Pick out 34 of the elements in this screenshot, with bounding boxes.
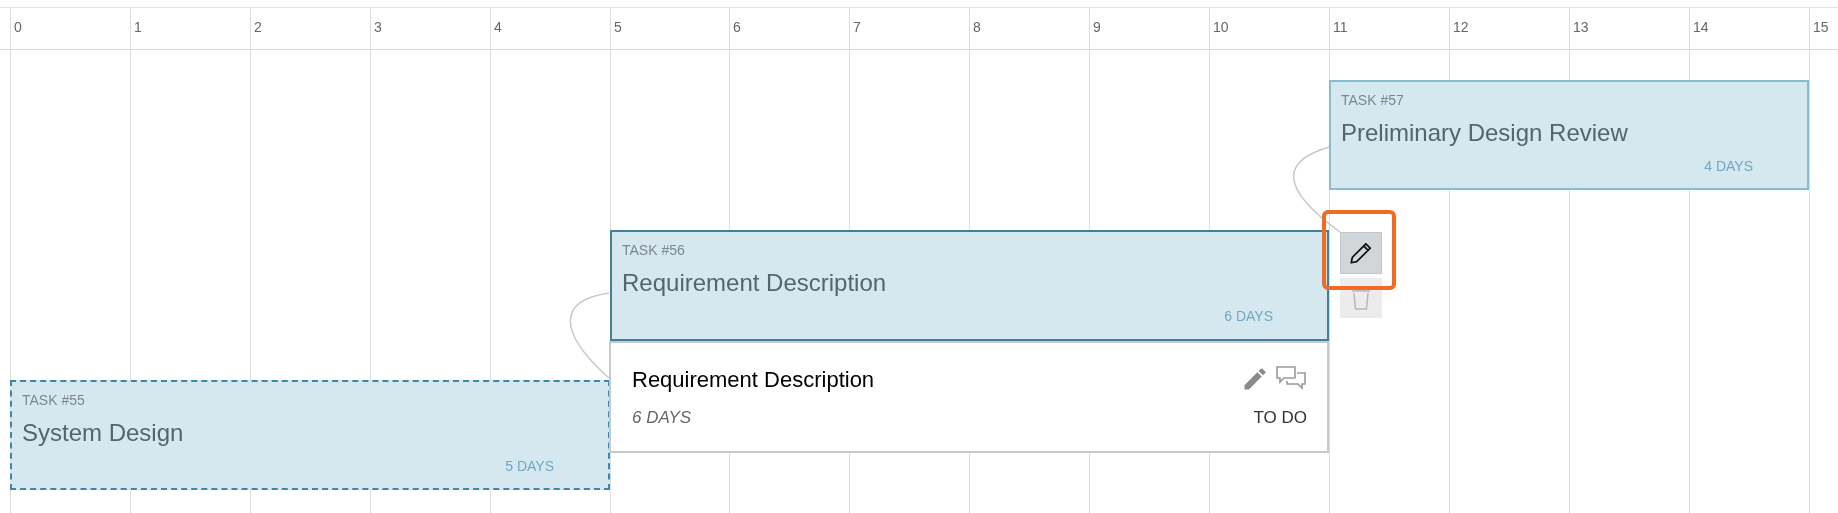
timeline-tick-label: 5 (614, 18, 622, 36)
timeline-tick-label: 10 (1213, 18, 1229, 36)
timeline-tick-label: 9 (1093, 18, 1101, 36)
timeline-tick-label: 7 (853, 18, 861, 36)
task-id-label: TASK #55 (22, 392, 85, 408)
timeline-tick-label: 14 (1693, 18, 1709, 36)
timeline-tick-label: 8 (973, 18, 981, 36)
timeline-tick-label: 15 (1813, 18, 1829, 36)
timeline-tick-label: 11 (1333, 18, 1348, 36)
timeline-tick-label: 1 (134, 18, 142, 36)
pencil-icon (1348, 240, 1374, 266)
timeline-tick-label: 6 (733, 18, 741, 36)
task-title: Preliminary Design Review (1341, 118, 1628, 148)
task-duration: 5 DAYS (505, 458, 554, 474)
task-id-label: TASK #56 (622, 242, 685, 258)
timeline-tick-label: 13 (1573, 18, 1589, 36)
task-title: System Design (22, 418, 184, 448)
task-bar[interactable]: TASK #57 Preliminary Design Review 4 DAYS (1329, 80, 1809, 190)
popup-status: TO DO (1253, 407, 1307, 429)
timeline-tick-label: 4 (494, 18, 502, 36)
task-duration: 4 DAYS (1704, 158, 1753, 174)
timeline-tick-label: 12 (1453, 18, 1469, 36)
task-title: Requirement Description (622, 268, 887, 298)
popup-duration: 6 DAYS (632, 407, 692, 429)
timeline-tick-label: 0 (14, 18, 22, 36)
task-bar[interactable]: TASK #55 System Design 5 DAYS (10, 380, 610, 490)
edit-button[interactable] (1340, 232, 1382, 274)
timeline-tick-label: 2 (254, 18, 262, 36)
comments-icon[interactable] (1275, 365, 1307, 393)
task-id-label: TASK #57 (1341, 92, 1404, 108)
timeline-tick-label: 3 (374, 18, 382, 36)
task-duration: 6 DAYS (1224, 308, 1273, 324)
task-bar[interactable]: TASK #56 Requirement Description 6 DAYS (610, 230, 1329, 341)
popup-title: Requirement Description (632, 366, 875, 394)
